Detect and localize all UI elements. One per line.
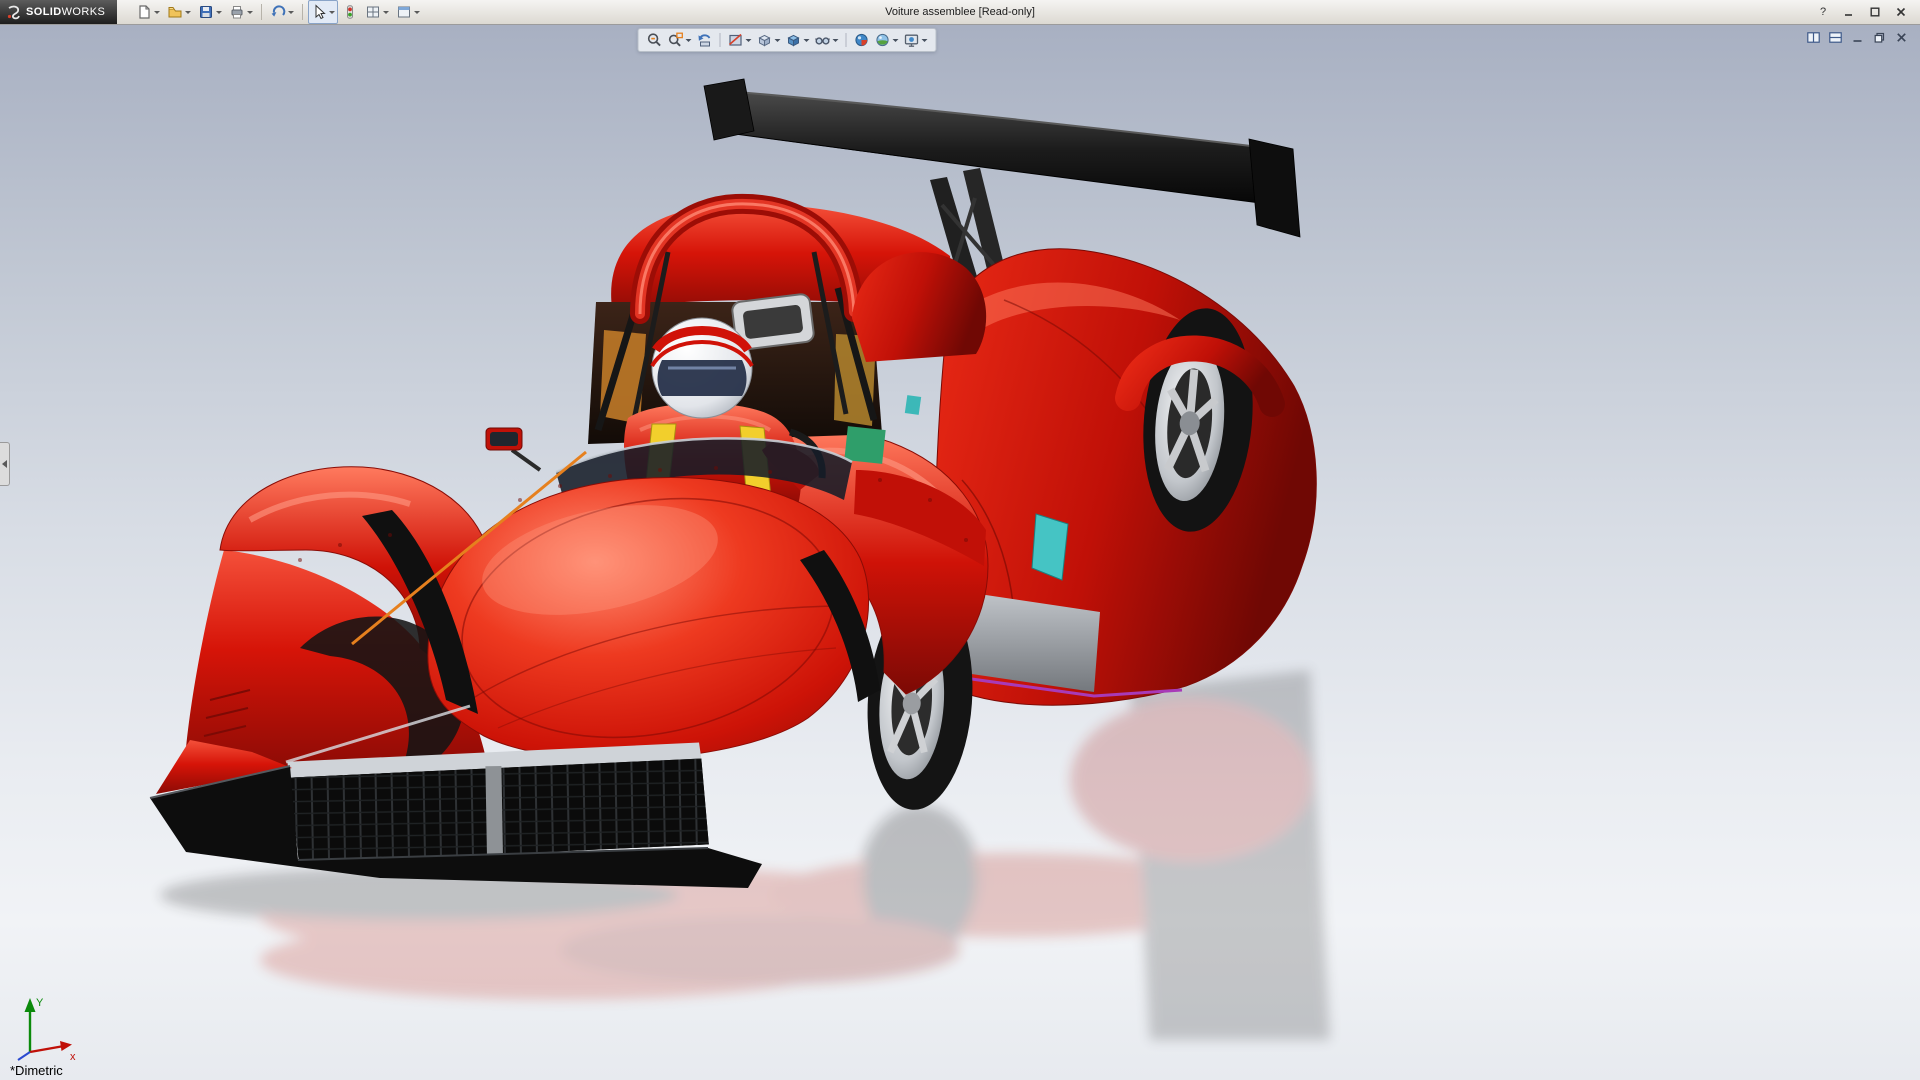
triad-x-label: x	[70, 1051, 76, 1063]
dropdown-caret-icon[interactable]	[383, 11, 389, 14]
dropdown-caret-icon[interactable]	[804, 39, 810, 42]
rebuild-button[interactable]	[339, 0, 361, 24]
minimize-window-button[interactable]	[1849, 30, 1866, 45]
hide-show-items-icon	[815, 32, 831, 48]
dropdown-caret-icon[interactable]	[329, 11, 335, 14]
section-view-button[interactable]	[727, 31, 753, 49]
dropdown-caret-icon[interactable]	[686, 39, 692, 42]
document-window-controls	[1805, 30, 1910, 45]
options-panel-icon	[396, 4, 412, 20]
dropdown-caret-icon[interactable]	[414, 11, 420, 14]
solidworks-logo: SOLIDWORKS	[0, 0, 117, 24]
split-horizontal-icon	[1807, 32, 1820, 43]
open-folder-icon	[167, 4, 183, 20]
zoom-to-fit-button[interactable]	[646, 31, 664, 49]
dropdown-caret-icon[interactable]	[154, 11, 160, 14]
dropdown-caret-icon[interactable]	[922, 39, 928, 42]
standard-toolbar	[133, 0, 423, 24]
window-title: Voiture assemblee [Read-only]	[885, 0, 1035, 24]
split-horizontal-button[interactable]	[1805, 30, 1822, 45]
graphics-area[interactable]: Y x *Dimetric	[0, 24, 1920, 1080]
minimize-button[interactable]	[1840, 4, 1858, 20]
view-orientation-icon	[757, 32, 773, 48]
close-window-button[interactable]	[1893, 30, 1910, 45]
file-properties-icon	[365, 4, 381, 20]
collapse-arrow-icon	[2, 460, 7, 468]
split-vertical-icon	[1829, 32, 1842, 43]
dropdown-caret-icon[interactable]	[746, 39, 752, 42]
options-button[interactable]	[393, 0, 423, 24]
triad-y-label: Y	[36, 997, 44, 1009]
split-vertical-button[interactable]	[1827, 30, 1844, 45]
select-cursor-icon	[311, 4, 327, 20]
hud-separator	[846, 33, 847, 47]
display-style-icon	[786, 32, 802, 48]
restore-window-icon	[1874, 32, 1885, 43]
minimize-window-icon	[1852, 32, 1863, 43]
zoom-to-area-button[interactable]	[667, 31, 693, 49]
section-view-icon	[728, 32, 744, 48]
dropdown-caret-icon[interactable]	[893, 39, 899, 42]
dropdown-caret-icon[interactable]	[288, 11, 294, 14]
rebuild-traffic-light-icon	[342, 4, 358, 20]
view-settings-icon	[904, 32, 920, 48]
heads-up-toolbar	[638, 28, 937, 52]
view-orientation-label: *Dimetric	[10, 1063, 63, 1078]
dropdown-caret-icon[interactable]	[247, 11, 253, 14]
save-floppy-icon	[198, 4, 214, 20]
titlebar: SOLIDWORKS	[0, 0, 1920, 25]
view-settings-button[interactable]	[903, 31, 929, 49]
toolbar-separator	[261, 4, 262, 20]
window-controls: ?	[1814, 4, 1920, 20]
view-orientation-button[interactable]	[756, 31, 782, 49]
help-button[interactable]: ?	[1814, 4, 1832, 20]
save-button[interactable]	[195, 0, 225, 24]
new-button[interactable]	[133, 0, 163, 24]
close-icon	[1896, 7, 1906, 17]
close-window-icon	[1896, 32, 1907, 43]
dropdown-caret-icon[interactable]	[216, 11, 222, 14]
solidworks-logo-icon	[6, 4, 22, 20]
display-style-button[interactable]	[785, 31, 811, 49]
print-icon	[229, 4, 245, 20]
minimize-icon	[1844, 7, 1854, 17]
apply-scene-button[interactable]	[874, 31, 900, 49]
restore-window-button[interactable]	[1871, 30, 1888, 45]
hud-separator	[720, 33, 721, 47]
dropdown-caret-icon[interactable]	[185, 11, 191, 14]
print-button[interactable]	[226, 0, 256, 24]
orientation-triad: Y x	[6, 986, 84, 1064]
undo-button[interactable]	[267, 0, 297, 24]
zoom-to-fit-icon	[647, 32, 663, 48]
solidworks-logo-text: SOLIDWORKS	[26, 6, 105, 18]
undo-arrow-icon	[270, 4, 286, 20]
dropdown-caret-icon[interactable]	[833, 39, 839, 42]
select-button[interactable]	[308, 0, 338, 24]
previous-view-icon	[697, 32, 713, 48]
open-button[interactable]	[164, 0, 194, 24]
edit-appearance-icon	[854, 32, 870, 48]
new-document-icon	[136, 4, 152, 20]
edit-appearance-button[interactable]	[853, 31, 871, 49]
toolbar-separator	[302, 4, 303, 20]
featuremanager-collapse-tab[interactable]	[0, 442, 10, 486]
apply-scene-icon	[875, 32, 891, 48]
maximize-icon	[1870, 7, 1880, 17]
hide-show-items-button[interactable]	[814, 31, 840, 49]
zoom-to-area-icon	[668, 32, 684, 48]
maximize-button[interactable]	[1866, 4, 1884, 20]
dropdown-caret-icon[interactable]	[775, 39, 781, 42]
previous-view-button[interactable]	[696, 31, 714, 49]
close-button[interactable]	[1892, 4, 1910, 20]
file-properties-button[interactable]	[362, 0, 392, 24]
